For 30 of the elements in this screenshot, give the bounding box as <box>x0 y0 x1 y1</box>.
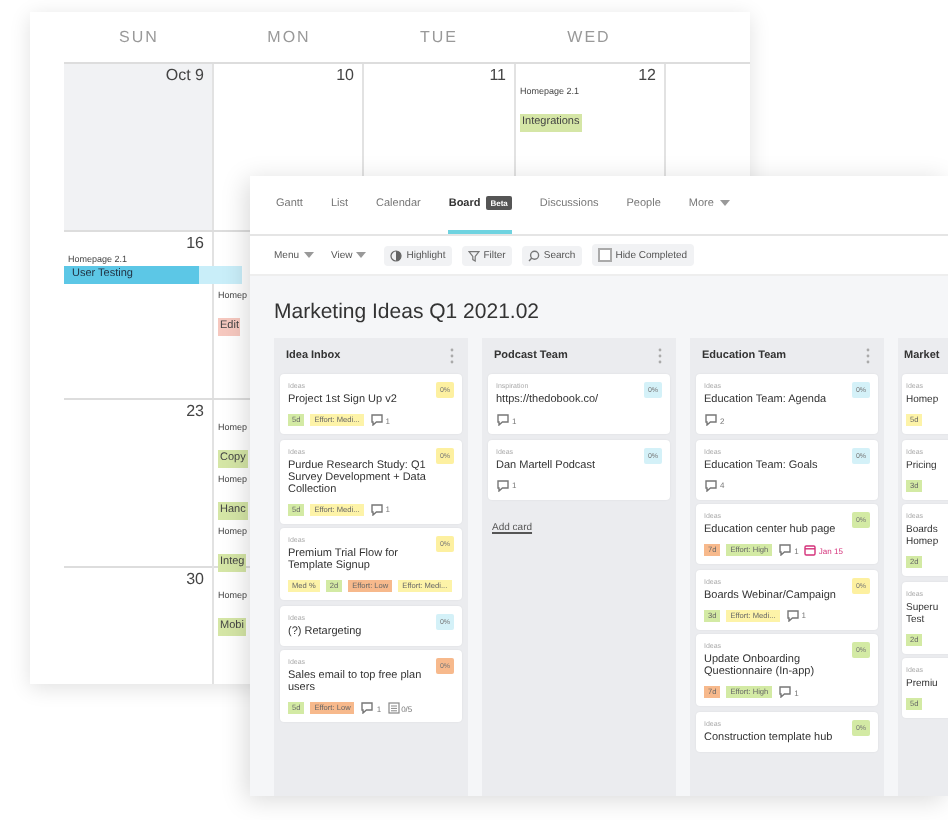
weekday-label: WED <box>567 28 611 46</box>
comment-icon <box>785 609 800 621</box>
comment-icon <box>778 686 793 698</box>
weekday-label: TUE <box>420 28 458 46</box>
date-number: Oct 9 <box>165 66 204 84</box>
date-number: 16 <box>186 234 204 252</box>
funnel-icon <box>467 249 480 261</box>
comment-icon <box>496 414 510 426</box>
caret-icon <box>303 252 314 258</box>
date-number: 23 <box>186 402 204 420</box>
board-title: Marketing Ideas Q1 2021.02 <box>274 300 542 324</box>
weekday-label: SUN <box>119 28 159 46</box>
comment-icon <box>704 479 718 491</box>
date-number: 11 <box>489 66 506 84</box>
caret-icon <box>356 252 367 258</box>
comment-icon <box>369 503 384 515</box>
comment-icon <box>704 414 718 426</box>
calendar-icon <box>804 544 817 556</box>
checkbox[interactable] <box>597 248 612 262</box>
comment-icon <box>778 544 793 556</box>
weekday-label: MON <box>267 28 311 46</box>
date-number: 12 <box>638 66 656 84</box>
date-number: 30 <box>186 570 204 588</box>
comment-icon <box>360 702 375 714</box>
half-circle-icon <box>390 249 403 261</box>
checklist-icon <box>387 702 400 714</box>
date-number: 10 <box>336 66 354 84</box>
comment-icon <box>369 414 384 426</box>
search-icon <box>527 249 540 261</box>
comment-icon <box>496 479 510 491</box>
